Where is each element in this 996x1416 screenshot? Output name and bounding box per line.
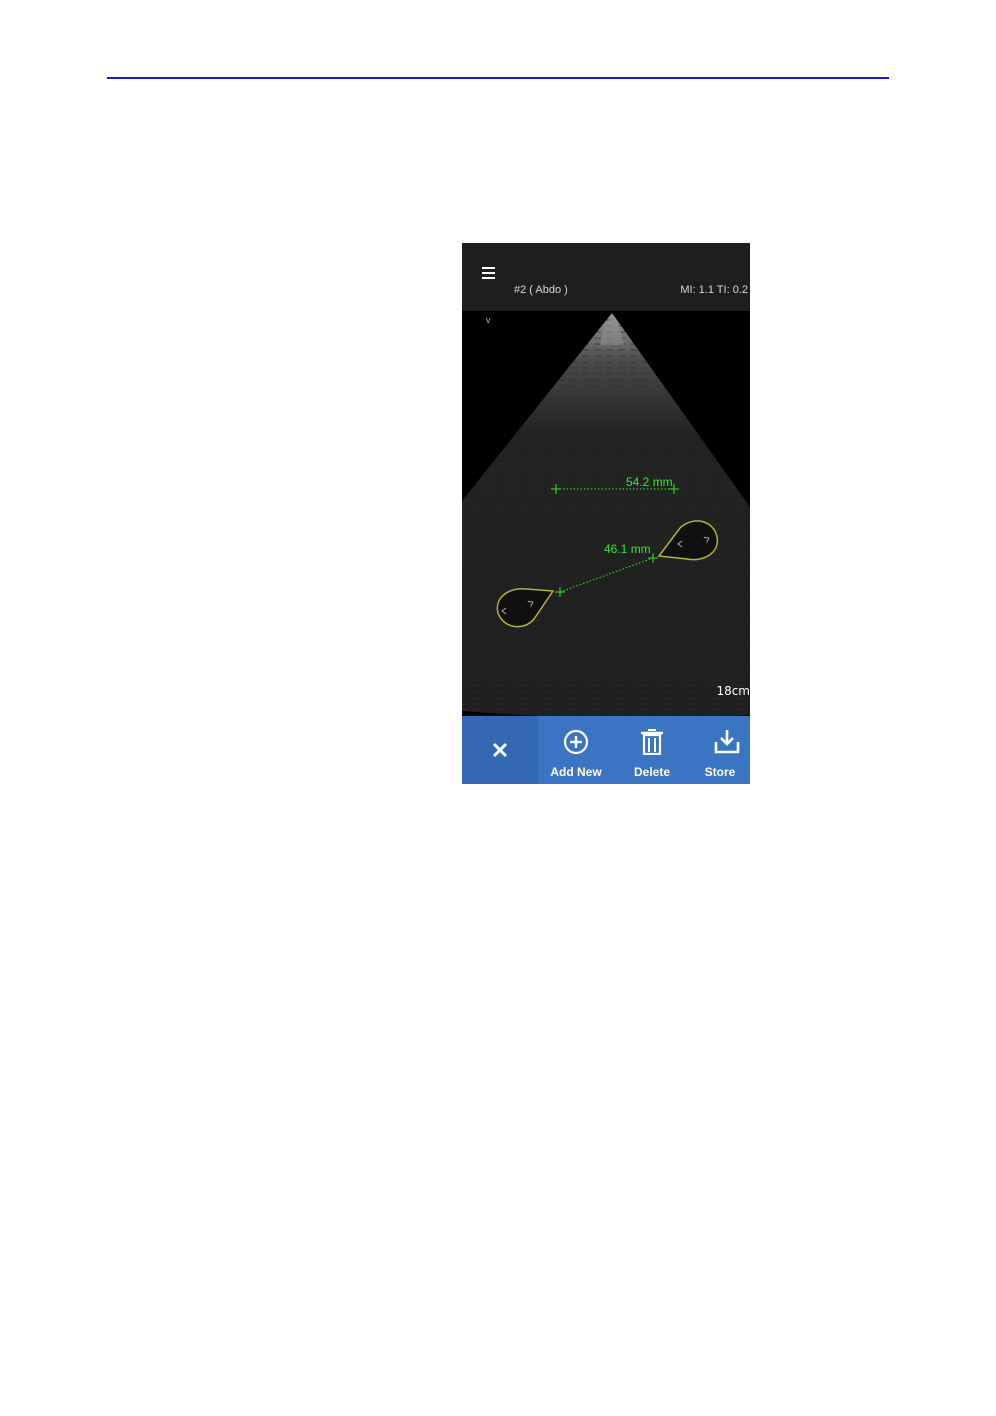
ultrasound-sector-graphic bbox=[462, 313, 750, 716]
top-bar: #2 ( Abdo ) MI: 1.1 TI: 0.2 bbox=[462, 243, 750, 311]
plus-circle-icon bbox=[563, 729, 589, 755]
measurement-1-label: 54.2 mm bbox=[626, 475, 673, 489]
measurement-2-label: 46.1 mm bbox=[604, 542, 651, 556]
orientation-marker: v bbox=[486, 315, 491, 325]
add-new-label: Add New bbox=[550, 765, 602, 779]
acoustic-indices: MI: 1.1 TI: 0.2 bbox=[680, 284, 748, 296]
delete-label: Delete bbox=[633, 765, 671, 779]
depth-label: 18cm bbox=[716, 684, 750, 698]
page-header-rule bbox=[107, 77, 889, 79]
add-new-button[interactable]: Add New bbox=[538, 716, 614, 784]
ultrasound-image[interactable]: v 54.2 mm 46.1 mm 18cm bbox=[462, 311, 750, 716]
store-button[interactable]: Store bbox=[690, 716, 750, 784]
trash-icon bbox=[641, 729, 663, 755]
exam-preset-label: #2 ( Abdo ) bbox=[514, 284, 568, 296]
store-label: Store bbox=[704, 765, 736, 779]
close-button[interactable] bbox=[462, 716, 538, 784]
close-icon bbox=[492, 742, 508, 758]
download-icon bbox=[714, 730, 740, 754]
bottom-toolbar: Add New Delete Store bbox=[462, 716, 750, 784]
ultrasound-app-screen: #2 ( Abdo ) MI: 1.1 TI: 0.2 v 54.2 mm 46… bbox=[462, 243, 750, 784]
hamburger-menu-icon[interactable] bbox=[482, 267, 496, 279]
delete-button[interactable]: Delete bbox=[614, 716, 690, 784]
